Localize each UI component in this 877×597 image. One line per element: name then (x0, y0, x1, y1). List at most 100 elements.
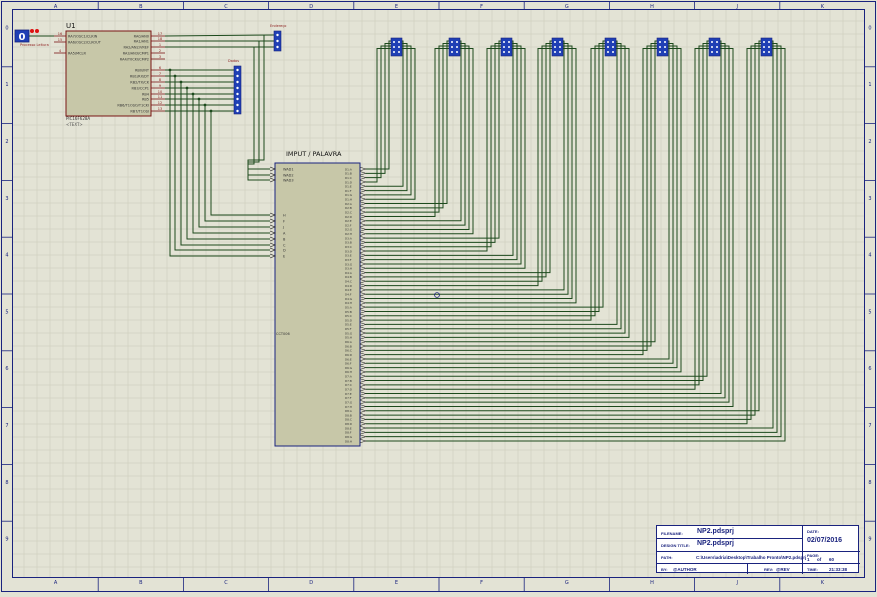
display-pin (503, 46, 505, 48)
wire-junction (191, 92, 195, 96)
u1-microcontroller[interactable]: U1PIC16F628A<TEXT>16RA7/OSC1/CLKIN15RA6/… (54, 22, 165, 127)
imput-palavra-chip[interactable]: IMPUT / PALAVRACCT006WAD1WAD2WAD3HFJABCD… (269, 150, 367, 447)
pin-arrow (359, 201, 367, 206)
row-label: 2 (868, 139, 871, 145)
display-pin (716, 41, 718, 43)
pin-arrow (359, 210, 367, 215)
column-label: F (480, 580, 483, 586)
row-label: 9 (5, 537, 8, 543)
pin-arrow (359, 287, 367, 292)
rev-value: @REV (776, 567, 790, 572)
display-pin (763, 46, 765, 48)
display-pin (508, 51, 510, 53)
display-pin (451, 46, 453, 48)
display-pin (456, 46, 458, 48)
column-label: B (139, 580, 143, 586)
display-pin (554, 41, 556, 43)
pin-arrow (359, 421, 367, 426)
connector-pin (276, 33, 279, 37)
display-pin (393, 41, 395, 43)
pin-arrow (359, 253, 367, 258)
row-label: 0 (868, 25, 871, 31)
filename-label: FILENAME: (661, 531, 683, 536)
u1-pin-name: RA3/AN3/CMP1 (123, 52, 149, 56)
imput-data-pin: D (283, 249, 286, 253)
u1-pin-number: 18 (158, 37, 162, 41)
u1-pin-name: RA7/OSC1/CLKIN (68, 35, 98, 39)
schematic-sheet: AABBCCDDEEFFGGHHJJKK00112233445566778899… (0, 0, 877, 593)
u1-pin-name: RA1/AN1 (134, 40, 149, 44)
seven-segment-display (604, 37, 617, 57)
pin-arrow (359, 438, 367, 444)
row-label: 8 (868, 480, 871, 486)
display-pin (659, 46, 661, 48)
display-pin (763, 41, 765, 43)
wire (366, 40, 605, 308)
u1-pin-name: RB7/T1OSI (130, 110, 149, 114)
time-label: TIME: (807, 567, 818, 572)
display-pin (508, 41, 510, 43)
date-label: DATE: (807, 529, 819, 534)
wire (366, 45, 730, 403)
pin-arrow (359, 188, 367, 193)
wire (366, 45, 782, 438)
cursor-marker (434, 292, 440, 298)
row-label: 5 (868, 309, 871, 315)
wire (366, 48, 391, 183)
column-label: A (54, 580, 58, 586)
wire (204, 105, 270, 222)
pin-arrow (359, 322, 367, 327)
column-label: G (565, 580, 569, 586)
wire (366, 48, 416, 200)
u1-pin-number: 17 (158, 32, 162, 36)
address-connector-label: Endereço (270, 24, 286, 28)
wire (366, 48, 605, 321)
seven-segment-display (551, 37, 564, 57)
connector-pin (236, 74, 239, 78)
display-pin (612, 51, 614, 53)
seven-segment-display (500, 37, 513, 57)
wire (247, 41, 270, 176)
probe-led (35, 29, 39, 33)
pin-arrow (359, 426, 367, 431)
u1-pin-name: RB0/INT (135, 69, 150, 73)
pin-arrow (359, 335, 367, 340)
display-pin (398, 41, 400, 43)
page-value: 1 (807, 557, 810, 562)
u1-pin-name: RA4/T0CKI/CMP2 (120, 58, 149, 62)
u1-pin-number: 15 (58, 38, 62, 42)
row-label: 7 (868, 423, 871, 429)
row-label: 6 (5, 366, 8, 372)
display-pin (554, 46, 556, 48)
display-pin (716, 46, 718, 48)
pin-arrow (359, 279, 367, 284)
display-pin (664, 41, 666, 43)
imput-addr-pin: WAD3 (283, 179, 294, 183)
pin-arrow (359, 205, 367, 210)
schematic-canvas[interactable]: AABBCCDDEEFFGGHHJJKK0 01 12 23 34 45 56 67 78 89 9… (0, 0, 877, 593)
row-label: 7 (5, 423, 8, 429)
connector-pin (276, 39, 279, 43)
wire (366, 48, 577, 304)
header-connectors[interactable]: Endereço Dados (228, 24, 286, 115)
pin-arrow (359, 434, 367, 439)
wire-junction (203, 103, 207, 107)
design-title-value: NP2.pdsprj (697, 540, 734, 547)
pin-arrow (359, 283, 367, 288)
u1-pin-name: RB1/RX/DT (130, 75, 150, 79)
seven-segment-display (708, 37, 721, 57)
pin-arrow (359, 218, 367, 223)
wire (366, 45, 657, 351)
wire-junction (209, 109, 213, 113)
pin-arrow (359, 261, 367, 267)
pin-arrow (359, 313, 367, 318)
u1-part: PIC16F628A (66, 116, 90, 121)
imput-data-pin: J (282, 226, 284, 230)
logic-probe[interactable]: 0Processo Leitura (14, 29, 54, 47)
connector-pin (236, 103, 239, 107)
u1-pin-name: RA6/OSC2/CLKOUT (68, 41, 102, 45)
display-pin (393, 46, 395, 48)
pin-arrow (359, 179, 367, 184)
pin-arrow (359, 214, 367, 219)
wire (366, 48, 552, 287)
